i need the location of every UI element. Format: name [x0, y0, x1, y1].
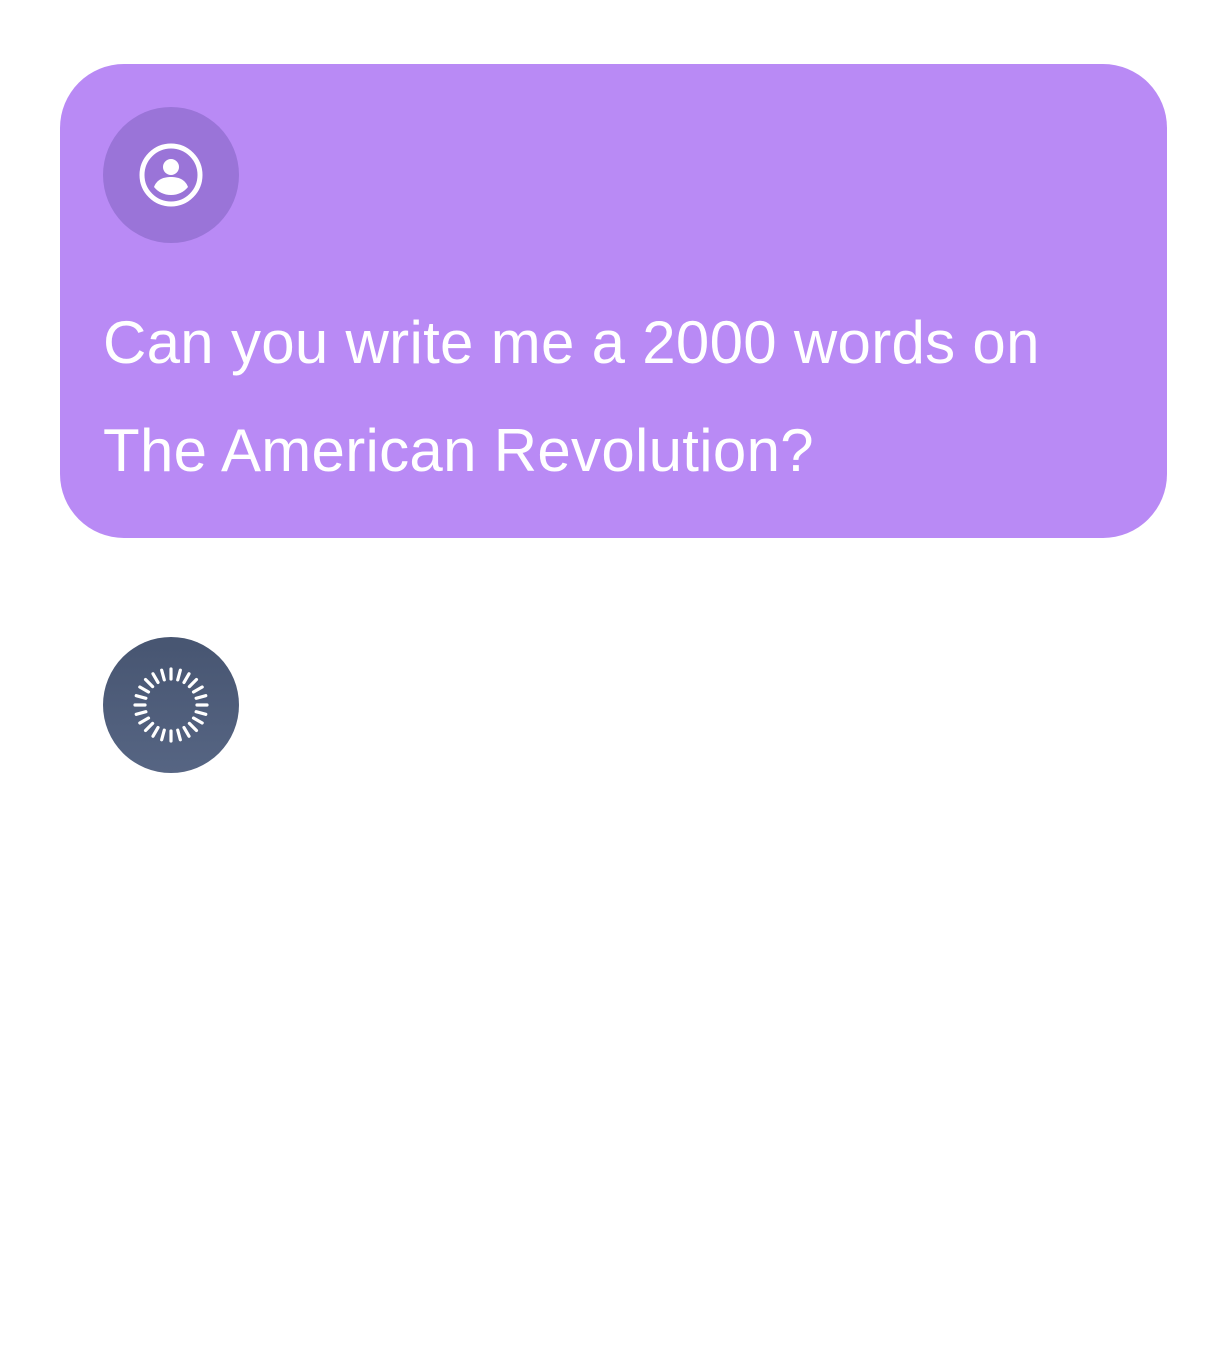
chat-view: Can you write me a 2000 words on The Ame… [0, 0, 1224, 1372]
user-avatar [103, 107, 239, 243]
person-circle-icon [139, 143, 203, 207]
assistant-avatar [103, 637, 239, 773]
loading-spinner-icon [133, 667, 209, 743]
user-message-bubble: Can you write me a 2000 words on The Ame… [60, 64, 1167, 538]
user-message-text: Can you write me a 2000 words on The Ame… [103, 309, 1040, 484]
